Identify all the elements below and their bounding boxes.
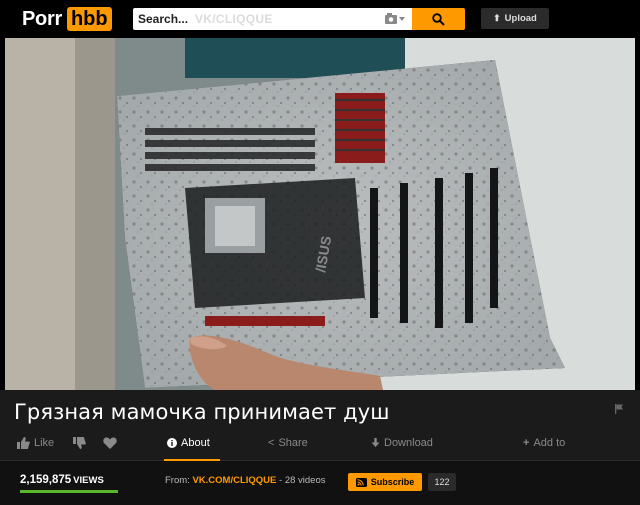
rating-bar-fill xyxy=(20,490,118,493)
thumbs-up-icon xyxy=(17,437,30,449)
tab-share[interactable]: < Share xyxy=(268,437,308,449)
tab-add-to[interactable]: + Add to xyxy=(523,437,565,449)
info-icon xyxy=(167,438,177,448)
search-icon xyxy=(432,12,445,26)
video-title: Грязная мамочка принимает душ xyxy=(14,400,390,424)
add-to-label: Add to xyxy=(533,437,566,449)
search-button[interactable] xyxy=(412,8,465,30)
like-button[interactable]: Like xyxy=(17,437,54,449)
plus-icon: + xyxy=(523,437,530,449)
rating-bar xyxy=(20,490,118,493)
site-logo[interactable]: Porr hbb xyxy=(22,6,112,32)
download-icon xyxy=(371,438,380,447)
subscribe-label: Subscribe xyxy=(370,477,415,487)
channel-video-count[interactable]: - 28 videos xyxy=(279,475,325,486)
upload-arrow-icon: ⬆ xyxy=(493,13,501,23)
channel-link[interactable]: VK.COM/CLIQQUE xyxy=(192,475,276,486)
tab-download[interactable]: Download xyxy=(371,437,433,449)
upload-button[interactable]: ⬆ Upload xyxy=(481,8,549,29)
rss-icon xyxy=(355,477,367,487)
flag-icon[interactable] xyxy=(614,404,624,414)
logo-text-part1: Porr xyxy=(22,7,62,30)
video-info-panel: Грязная мамочка принимает душ Like About… xyxy=(0,390,640,505)
favorite-button[interactable] xyxy=(103,437,117,449)
watermark-text: VK/CLIQQUE xyxy=(195,12,273,26)
tab-about[interactable]: About xyxy=(167,437,210,449)
views-label: VIEWS xyxy=(73,475,104,486)
top-bar: Porr hbb Search... VK/CLIQQUE ⬆ Upload xyxy=(0,0,640,38)
search-input[interactable]: Search... VK/CLIQQUE xyxy=(133,8,412,30)
search-placeholder: Search... xyxy=(138,12,189,26)
dislike-button[interactable] xyxy=(73,437,86,449)
video-meta-bar: 2,159,875 VIEWS From: VK.COM/CLIQQUE - 28… xyxy=(0,461,640,505)
search-bar: Search... VK/CLIQQUE xyxy=(133,8,465,30)
like-label: Like xyxy=(34,437,55,449)
logo-text-part2: hbb xyxy=(66,7,112,31)
thumbs-down-icon xyxy=(73,437,86,449)
from-label: From: xyxy=(165,475,190,486)
heart-icon xyxy=(103,437,117,449)
video-player[interactable]: /ISUS xyxy=(5,38,635,390)
download-label: Download xyxy=(384,437,433,449)
views-counter: 2,159,875 VIEWS xyxy=(20,474,104,486)
action-bar: Like About < Share Download + Add to xyxy=(0,432,640,456)
camera-dropdown-icon[interactable] xyxy=(384,13,406,25)
subscriber-count: 122 xyxy=(428,473,456,491)
upload-label: Upload xyxy=(504,13,537,24)
video-frame: /ISUS xyxy=(5,38,635,390)
subscribe-button[interactable]: Subscribe xyxy=(348,473,422,491)
views-count: 2,159,875 xyxy=(20,474,72,486)
about-label: About xyxy=(181,437,210,449)
channel-info: From: VK.COM/CLIQQUE - 28 videos xyxy=(165,475,326,486)
share-icon: < xyxy=(268,437,275,449)
share-label: Share xyxy=(278,437,308,449)
